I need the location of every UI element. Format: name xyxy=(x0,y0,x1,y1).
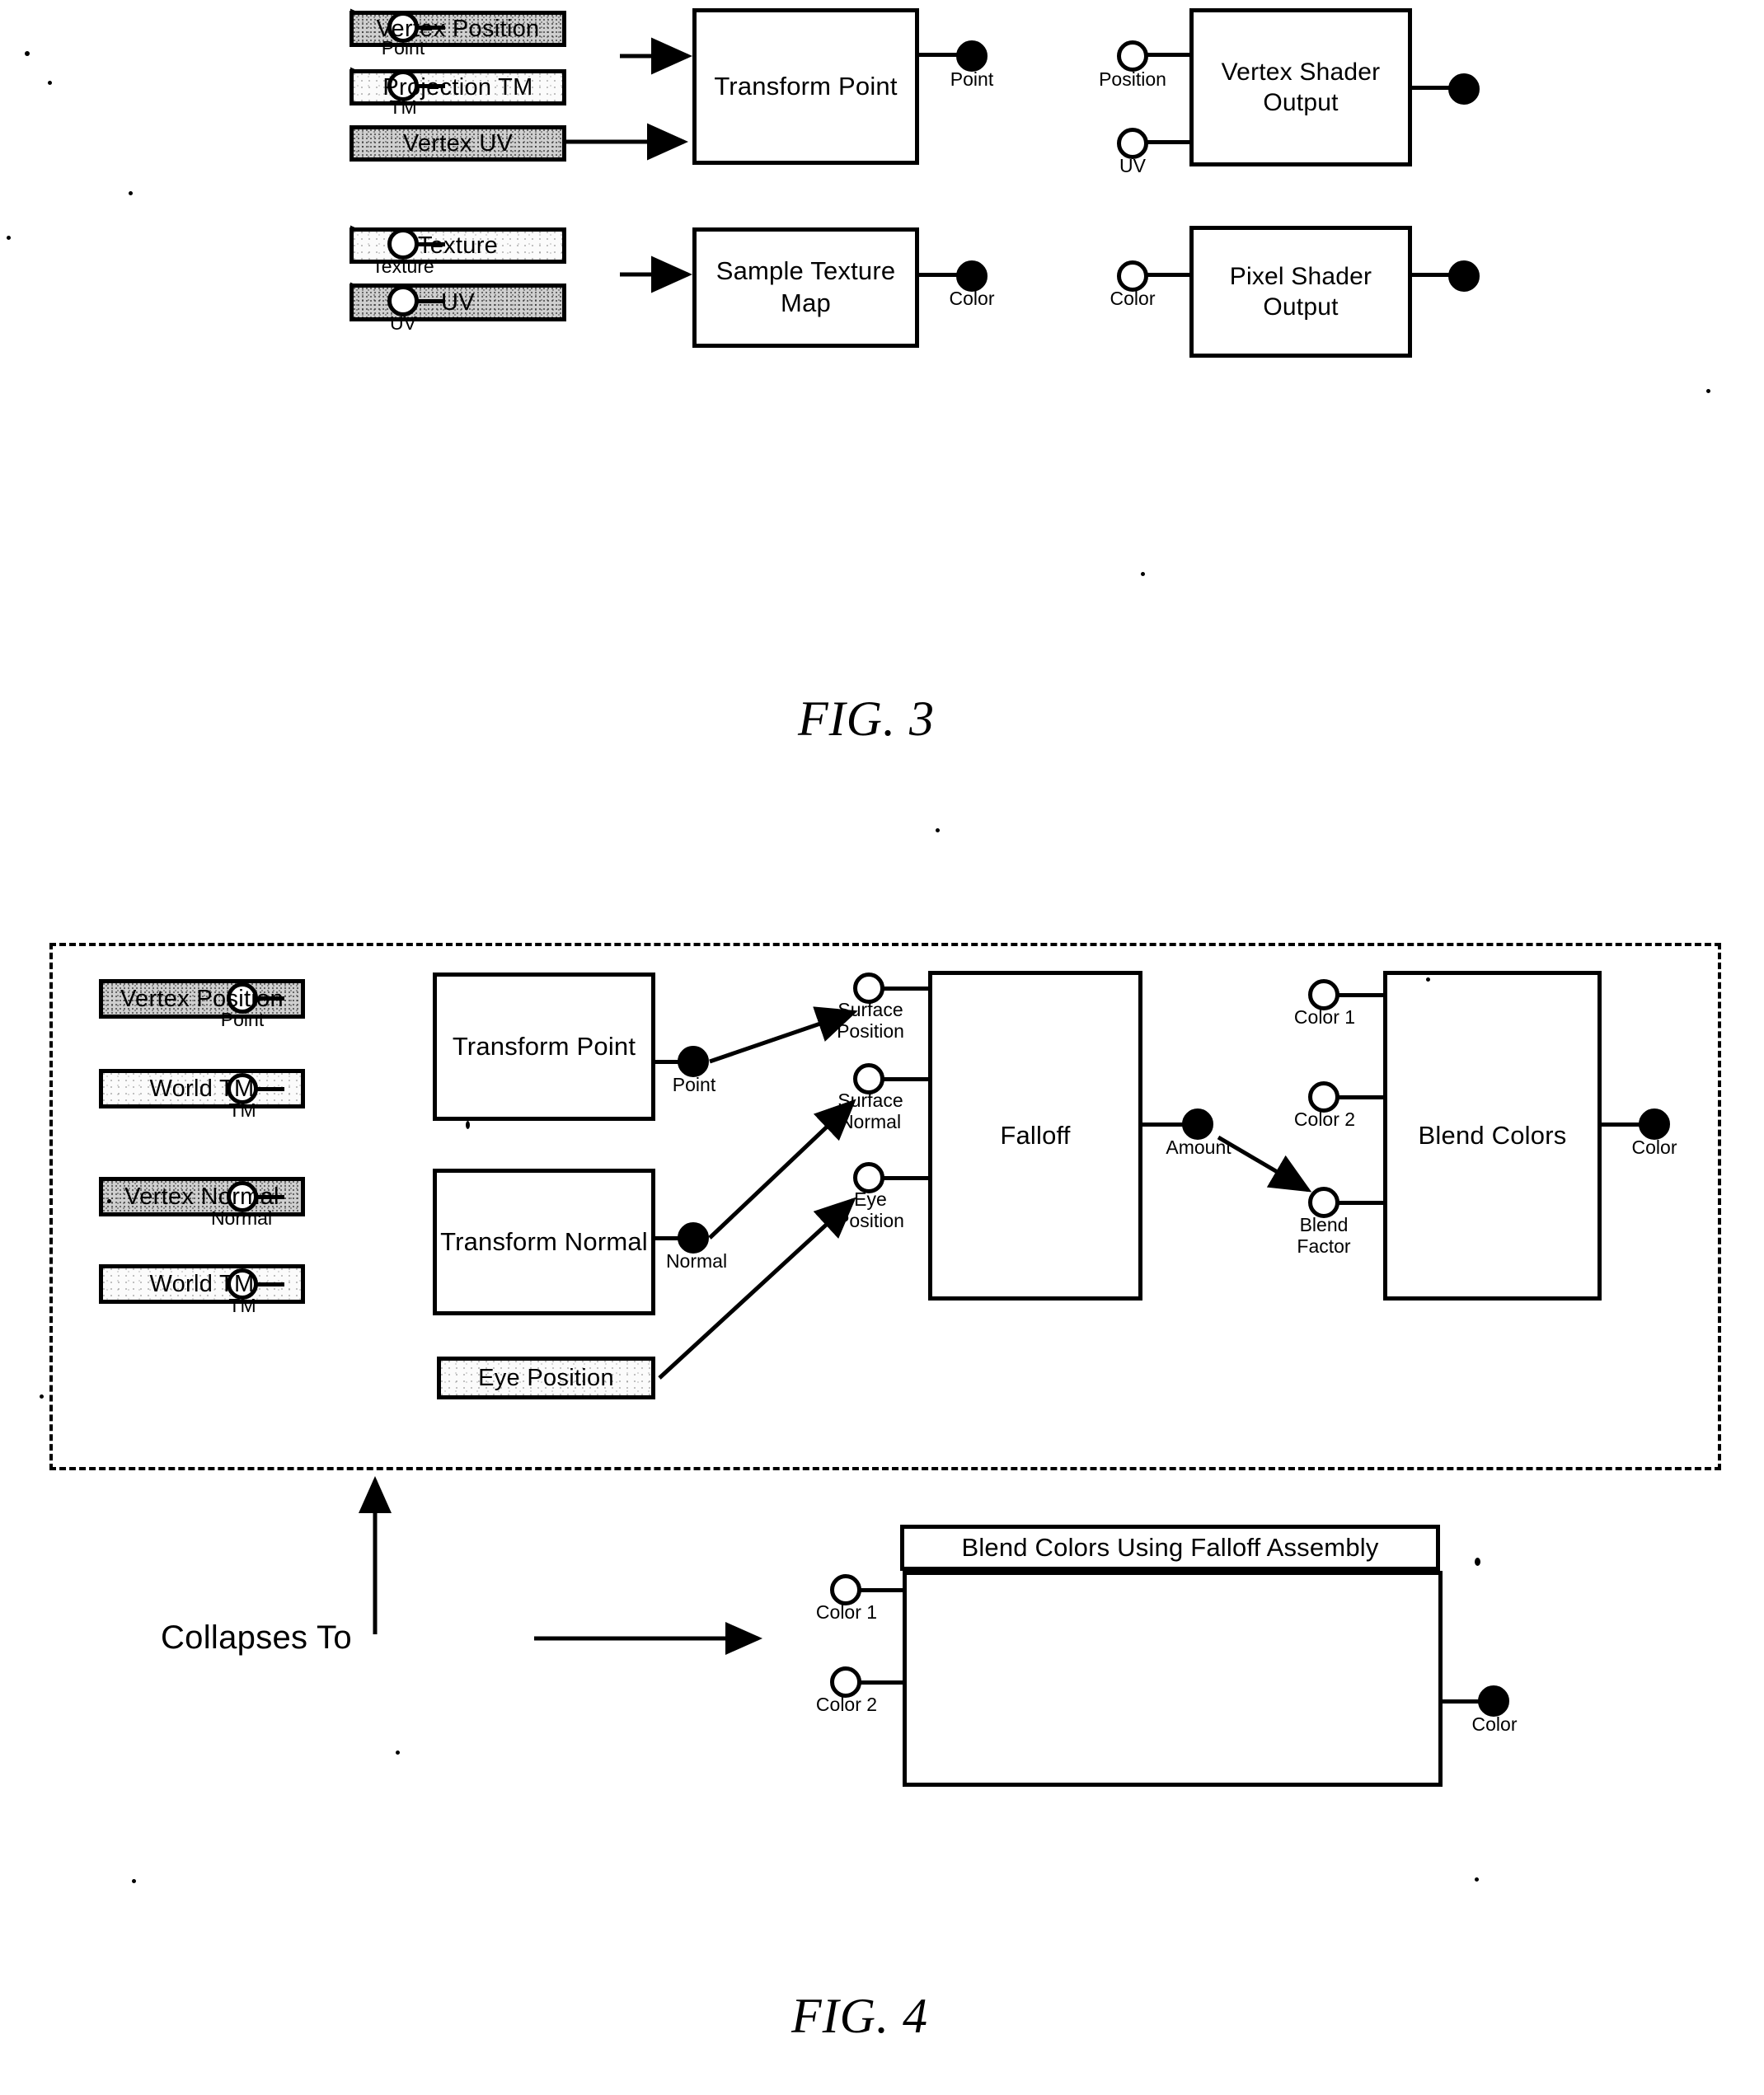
node-falloff[interactable]: Falloff xyxy=(928,971,1142,1301)
port-pixel-shader-output-out[interactable] xyxy=(1448,260,1480,292)
port-label-position: Position xyxy=(1099,68,1166,90)
collapses-to-label: Collapses To xyxy=(161,1619,352,1656)
port-label-f4-normal: Normal xyxy=(210,1207,273,1229)
wire-color2-into-blend xyxy=(1337,1095,1385,1099)
port-label-f4-point: Point xyxy=(220,1009,265,1030)
wire-asm-color1 xyxy=(859,1588,907,1592)
source-box-projection-tm[interactable]: Projection TM xyxy=(350,69,566,105)
source-label: Eye Position xyxy=(478,1364,614,1391)
port-label-asm-color1: Color 1 xyxy=(815,1601,878,1623)
scan-speck xyxy=(132,1879,136,1883)
patent-figure-sheet: Vertex Position Projection TM Vertex UV … xyxy=(0,0,1764,2095)
source-label: Projection TM xyxy=(382,73,533,101)
node-label: Vertex Shader Output xyxy=(1221,58,1381,117)
scan-speck xyxy=(40,1394,44,1399)
node-blend-colors-assembly[interactable] xyxy=(903,1571,1443,1787)
figure-caption-fig3: FIG. 3 xyxy=(798,691,935,746)
scan-speck xyxy=(1475,1558,1480,1566)
node-label: Blend Colors xyxy=(1418,1120,1567,1150)
port-blend-color-out[interactable] xyxy=(1639,1108,1670,1140)
port-label-amount: Amount xyxy=(1166,1137,1232,1158)
source-label: World TM xyxy=(149,1270,255,1297)
node-label: Transform Point xyxy=(714,71,898,101)
port-label-color-out: Color xyxy=(949,288,995,309)
port-position-in[interactable] xyxy=(1117,40,1148,72)
source-label: Vertex Position xyxy=(120,985,284,1012)
port-label-f4-normal-out: Normal xyxy=(665,1250,728,1272)
port-f4-point-out[interactable] xyxy=(678,1046,709,1077)
wire-uv-into-sink xyxy=(1146,140,1191,144)
node-blend-colors[interactable]: Blend Colors xyxy=(1383,971,1602,1301)
wire-bf-into-blend xyxy=(1337,1201,1385,1205)
port-label-blend-factor: Blend Factor xyxy=(1297,1214,1351,1257)
source-label: Vertex UV xyxy=(402,129,514,157)
source-box-vertex-uv[interactable]: Vertex UV xyxy=(350,125,566,162)
port-f4-normal-out[interactable] xyxy=(678,1222,709,1254)
port-label-surface-normal: Surface Normal xyxy=(837,1090,903,1132)
wire-sn-into-falloff xyxy=(882,1077,930,1081)
port-label-color1: Color 1 xyxy=(1293,1006,1356,1028)
node-label: Sample Texture Map xyxy=(715,256,896,317)
assembly-title-bar[interactable]: Blend Colors Using Falloff Assembly xyxy=(900,1525,1440,1571)
source-label: UV xyxy=(441,288,475,316)
port-vertex-shader-output-out[interactable] xyxy=(1448,73,1480,105)
wire-color1-into-blend xyxy=(1337,993,1385,997)
source-label: World TM xyxy=(149,1075,255,1102)
scan-speck xyxy=(936,828,940,832)
wire-color-into-ps xyxy=(1146,273,1191,277)
port-label-f4-point-out: Point xyxy=(672,1074,716,1095)
node-label: Pixel Shader Output xyxy=(1229,262,1372,321)
port-label-asm-color2: Color 2 xyxy=(815,1694,878,1715)
scan-speck xyxy=(396,1751,400,1755)
scan-speck xyxy=(1141,572,1145,576)
wire-f4-tm-into-tp xyxy=(256,1087,284,1091)
wire-f4-tm2-into-tn xyxy=(256,1282,284,1287)
scan-speck xyxy=(7,236,11,240)
source-label: Vertex Position xyxy=(376,15,540,42)
scan-speck xyxy=(48,81,52,85)
node-sample-texture-map[interactable]: Sample Texture Map xyxy=(692,227,919,348)
node-f4-transform-normal[interactable]: Transform Normal xyxy=(433,1169,655,1315)
source-label: Texture xyxy=(417,232,499,259)
scan-speck xyxy=(1475,1877,1479,1882)
port-asm-color-out[interactable] xyxy=(1478,1685,1509,1717)
scan-speck xyxy=(107,1199,111,1203)
port-label-blend-color-out: Color xyxy=(1631,1137,1677,1158)
scan-speck xyxy=(25,51,30,56)
figure-caption-fig4: FIG. 4 xyxy=(791,1989,928,2043)
source-box-vertex-position[interactable]: Vertex Position xyxy=(350,11,566,47)
port-label-point-out: Point xyxy=(950,68,994,90)
scan-speck xyxy=(1706,389,1710,393)
scan-speck xyxy=(129,191,133,195)
wire-ep-into-falloff xyxy=(882,1176,930,1180)
source-box-f4-eye-position[interactable]: Eye Position xyxy=(437,1357,655,1399)
port-label-asm-color-out: Color xyxy=(1471,1713,1518,1735)
port-label-uv2: UV xyxy=(390,312,416,334)
node-pixel-shader-output[interactable]: Pixel Shader Output xyxy=(1189,226,1412,358)
wire-sp-into-falloff xyxy=(882,987,930,991)
node-label: Transform Normal xyxy=(440,1226,648,1256)
port-label-surface-position: Surface Position xyxy=(837,999,904,1042)
assembly-title-label: Blend Colors Using Falloff Assembly xyxy=(961,1533,1379,1562)
port-label-uv: UV xyxy=(1119,155,1146,176)
wire-asm-color2 xyxy=(859,1680,907,1685)
scan-speck xyxy=(1426,977,1430,982)
port-label-f4-tm1: TM xyxy=(228,1099,256,1121)
source-label: Vertex Normal xyxy=(124,1183,279,1210)
node-f4-transform-point[interactable]: Transform Point xyxy=(433,973,655,1121)
port-label-f4-tm2: TM xyxy=(228,1295,256,1316)
scan-speck xyxy=(466,1121,470,1129)
node-label: Falloff xyxy=(1000,1120,1071,1150)
port-amount-out[interactable] xyxy=(1182,1108,1213,1140)
wire-position-into-sink xyxy=(1146,53,1191,57)
port-label-color-in: Color xyxy=(1110,288,1156,309)
port-label-eye-position: Eye Position xyxy=(837,1188,904,1231)
node-vertex-shader-output[interactable]: Vertex Shader Output xyxy=(1189,8,1412,166)
node-label: Transform Point xyxy=(452,1031,636,1061)
port-label-texture: Texture xyxy=(372,255,434,277)
port-label-color2: Color 2 xyxy=(1293,1108,1356,1130)
port-point-out[interactable] xyxy=(956,40,988,72)
node-transform-point[interactable]: Transform Point xyxy=(692,8,919,165)
